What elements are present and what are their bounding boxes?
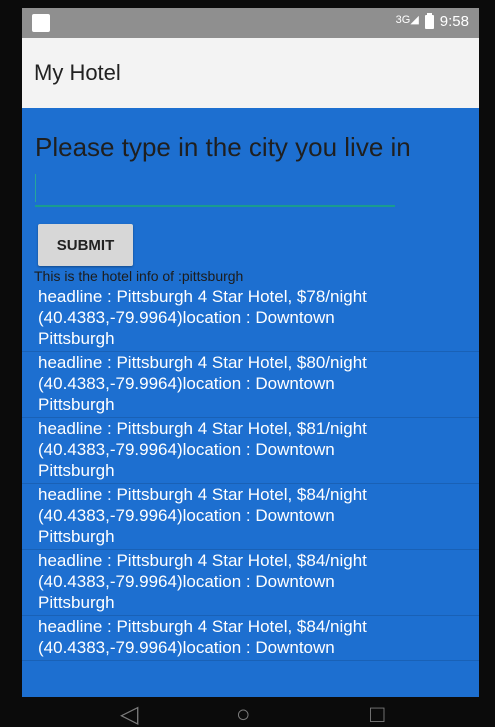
hotel-list[interactable]: headline : Pittsburgh 4 Star Hotel, $78/… — [22, 286, 479, 696]
list-item[interactable]: headline : Pittsburgh 4 Star Hotel, $84/… — [22, 616, 479, 661]
city-prompt: Please type in the city you live in — [35, 132, 411, 162]
recents-icon[interactable]: □ — [370, 703, 385, 727]
list-item[interactable]: headline : Pittsburgh 4 Star Hotel, $84/… — [22, 550, 479, 616]
sim-card-icon — [32, 14, 50, 32]
text-cursor — [35, 174, 36, 202]
back-icon[interactable]: ◁ — [120, 703, 138, 727]
app-title: My Hotel — [34, 60, 121, 85]
hotel-city: Pittsburgh — [38, 593, 115, 612]
list-item[interactable]: headline : Pittsburgh 4 Star Hotel, $84/… — [22, 484, 479, 550]
main-content: Please type in the city you live in SUBM… — [22, 108, 479, 696]
city-input[interactable] — [41, 176, 395, 206]
status-right: 3G◢ 9:58 — [395, 12, 469, 30]
input-underline — [35, 205, 395, 207]
app-bar: My Hotel — [22, 38, 479, 108]
list-item[interactable]: headline : Pittsburgh 4 Star Hotel, $80/… — [22, 352, 479, 418]
hotel-headline: headline : Pittsburgh 4 Star Hotel, $78/… — [38, 287, 367, 306]
status-time: 9:58 — [439, 13, 469, 30]
app-screen: 3G◢ 9:58 My Hotel Please type in the cit… — [22, 8, 479, 727]
list-item[interactable]: headline : Pittsburgh 4 Star Hotel, $81/… — [22, 418, 479, 484]
signal-icon: 3G◢ — [395, 14, 419, 26]
hotel-info-header: This is the hotel info of :pittsburgh — [34, 268, 244, 284]
hotel-location: (40.4383,-79.9964)location : Downtown — [38, 308, 335, 327]
status-bar: 3G◢ 9:58 — [22, 8, 479, 38]
list-item[interactable]: headline : Pittsburgh 4 Star Hotel, $78/… — [22, 286, 479, 352]
hotel-headline: headline : Pittsburgh 4 Star Hotel, $84/… — [38, 551, 367, 570]
hotel-headline: headline : Pittsburgh 4 Star Hotel, $84/… — [38, 485, 367, 504]
submit-button[interactable]: SUBMIT — [38, 224, 133, 266]
hotel-location: (40.4383,-79.9964)location : Downtown — [38, 506, 335, 525]
hotel-city: Pittsburgh — [38, 461, 115, 480]
navigation-bar: ◁ ○ □ — [22, 697, 479, 727]
hotel-city: Pittsburgh — [38, 527, 115, 546]
battery-icon — [424, 12, 434, 29]
city-input-wrapper[interactable] — [35, 174, 395, 209]
hotel-headline: headline : Pittsburgh 4 Star Hotel, $84/… — [38, 617, 367, 636]
hotel-location: (40.4383,-79.9964)location : Downtown — [38, 440, 335, 459]
hotel-city: Pittsburgh — [38, 329, 115, 348]
device-frame: 3G◢ 9:58 My Hotel Please type in the cit… — [0, 0, 495, 727]
hotel-location: (40.4383,-79.9964)location : Downtown — [38, 638, 335, 657]
hotel-location: (40.4383,-79.9964)location : Downtown — [38, 572, 335, 591]
hotel-city: Pittsburgh — [38, 395, 115, 414]
hotel-headline: headline : Pittsburgh 4 Star Hotel, $81/… — [38, 419, 367, 438]
hotel-location: (40.4383,-79.9964)location : Downtown — [38, 374, 335, 393]
hotel-headline: headline : Pittsburgh 4 Star Hotel, $80/… — [38, 353, 367, 372]
home-icon[interactable]: ○ — [236, 703, 251, 727]
